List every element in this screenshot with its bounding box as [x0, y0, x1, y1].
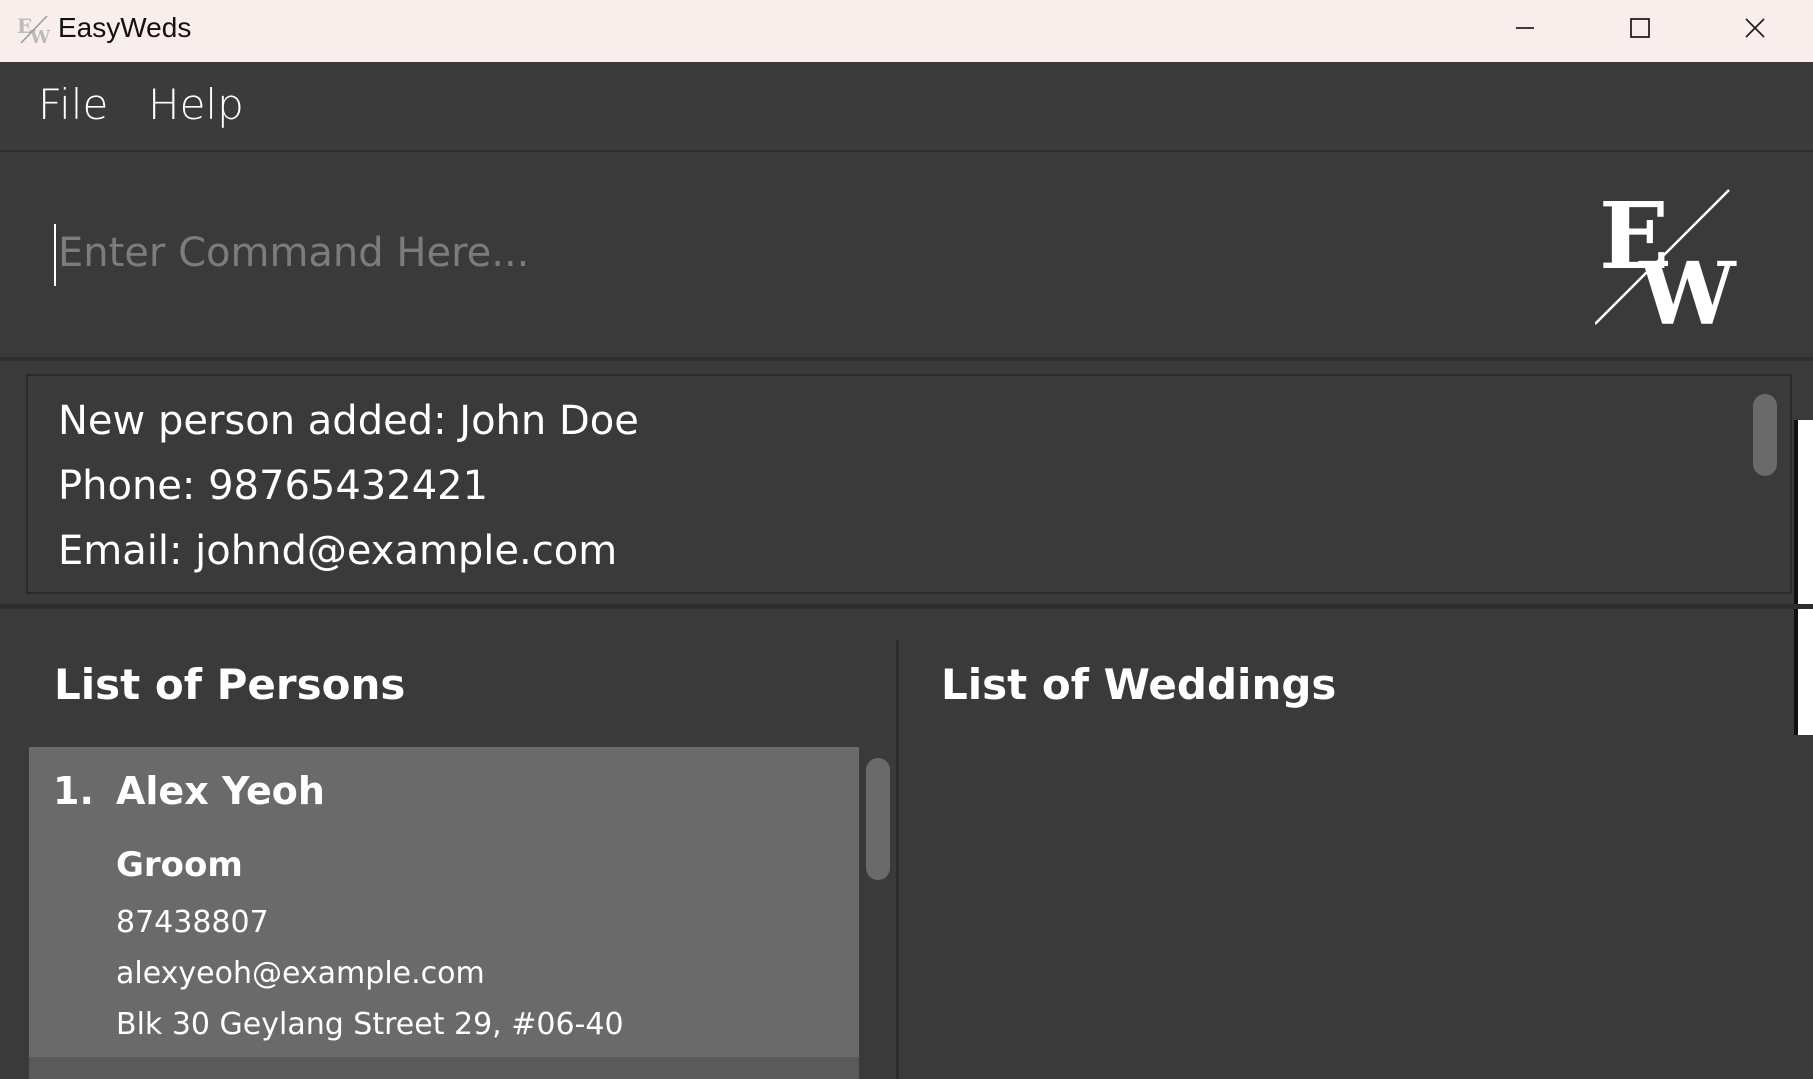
close-icon	[1745, 17, 1765, 38]
person-phone: 87438807	[116, 905, 269, 940]
person-address: Blk 30 Geylang Street 29, #06-40	[116, 1007, 624, 1042]
window-title: EasyWeds	[58, 12, 192, 43]
result-scrollbar[interactable]	[1753, 394, 1777, 476]
section-divider	[0, 604, 1813, 609]
minimize-button[interactable]	[1470, 0, 1580, 55]
svg-text:W: W	[29, 27, 51, 45]
command-area: E W	[0, 152, 1813, 361]
persons-list-title: List of Persons	[54, 660, 406, 709]
app-window: E W EasyWeds File Help Enter Command Her…	[0, 0, 1813, 1079]
text-caret	[54, 224, 56, 286]
person-email: alexyeoh@example.com	[116, 956, 485, 991]
overlapping-window-edge	[1794, 420, 1813, 735]
menu-help[interactable]: Help	[148, 80, 244, 130]
command-input[interactable]	[54, 218, 1508, 288]
result-line: Email: johnd@example.com	[58, 528, 618, 574]
menu-file[interactable]: File	[38, 80, 108, 130]
maximize-icon	[1630, 17, 1650, 38]
minimize-icon	[1516, 26, 1534, 29]
close-button[interactable]	[1700, 0, 1810, 55]
ew-logo-icon: E W	[17, 14, 51, 45]
panel-divider	[896, 640, 899, 1079]
person-card[interactable]: 1. Alex Yeoh Groom 87438807 alexyeoh@exa…	[29, 747, 859, 1057]
result-line: New person added: John Doe	[58, 398, 639, 444]
person-index: 1.	[53, 769, 94, 813]
person-card[interactable]	[29, 1057, 859, 1079]
result-line: Phone: 98765432421	[58, 463, 489, 509]
maximize-button[interactable]	[1585, 0, 1695, 55]
ew-logo: E W	[1595, 186, 1737, 326]
menu-bar: File Help	[0, 62, 1813, 152]
person-role: Groom	[116, 845, 243, 885]
weddings-list-title: List of Weddings	[941, 660, 1337, 709]
persons-list-scrollbar[interactable]	[866, 758, 890, 880]
svg-text:W: W	[1638, 244, 1737, 326]
person-name: Alex Yeoh	[116, 769, 325, 813]
result-display: New person added: John Doe Phone: 987654…	[26, 374, 1792, 594]
title-bar: E W EasyWeds	[0, 0, 1813, 62]
